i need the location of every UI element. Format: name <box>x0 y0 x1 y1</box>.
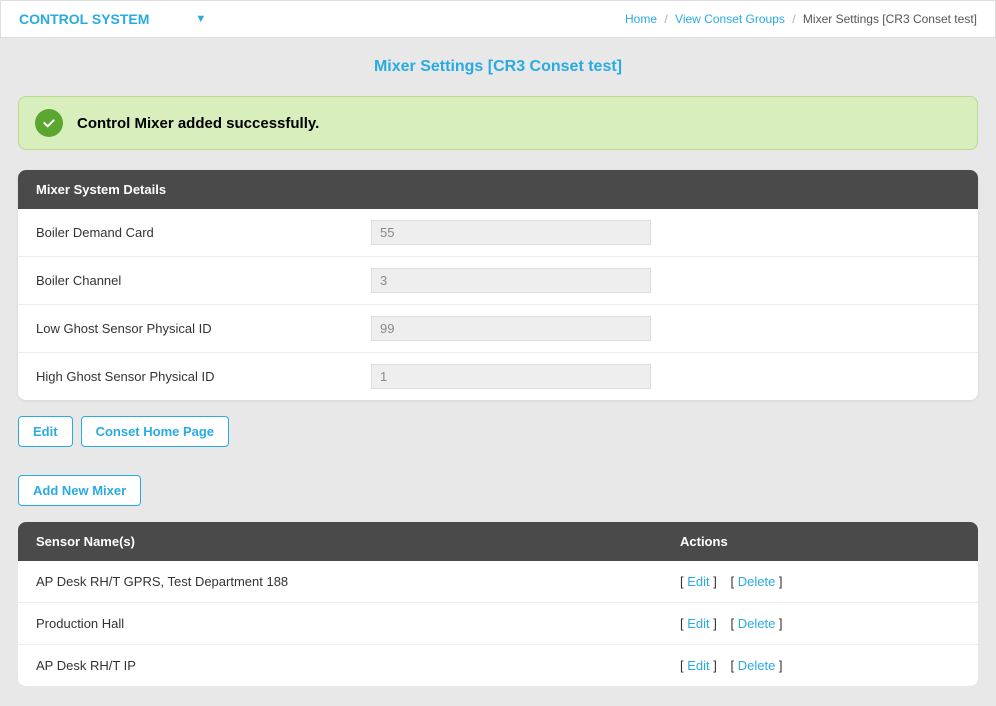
delete-link[interactable]: Delete <box>738 616 776 631</box>
add-new-mixer-button[interactable]: Add New Mixer <box>18 475 141 506</box>
high-ghost-sensor-input <box>371 364 651 389</box>
boiler-demand-card-input <box>371 220 651 245</box>
chevron-down-icon: ▼ <box>195 13 206 25</box>
row-actions: [ Edit ] [ Delete ] <box>680 616 960 631</box>
edit-button[interactable]: Edit <box>18 416 73 447</box>
panel-header: Mixer System Details <box>18 170 978 209</box>
boiler-channel-input <box>371 268 651 293</box>
alert-message: Control Mixer added successfully. <box>77 115 319 132</box>
check-circle-icon <box>35 109 63 137</box>
breadcrumb: Home / View Conset Groups / Mixer Settin… <box>625 12 977 26</box>
details-panel: Mixer System Details Boiler Demand Card … <box>18 170 978 400</box>
table-row: AP Desk RH/T IP [ Edit ] [ Delete ] <box>18 645 978 686</box>
conset-home-button[interactable]: Conset Home Page <box>81 416 229 447</box>
table-row: Production Hall [ Edit ] [ Delete ] <box>18 603 978 645</box>
field-label: Boiler Demand Card <box>36 225 371 240</box>
table-header-actions: Actions <box>680 534 960 549</box>
add-row: Add New Mixer <box>18 475 978 506</box>
breadcrumb-sep: / <box>792 12 795 26</box>
form-row: Low Ghost Sensor Physical ID <box>18 305 978 353</box>
field-label: High Ghost Sensor Physical ID <box>36 369 371 384</box>
row-actions: [ Edit ] [ Delete ] <box>680 658 960 673</box>
breadcrumb-current: Mixer Settings [CR3 Conset test] <box>803 12 977 26</box>
breadcrumb-home[interactable]: Home <box>625 12 657 26</box>
table-body: AP Desk RH/T GPRS, Test Department 188 [… <box>18 561 978 686</box>
edit-link[interactable]: Edit <box>687 574 709 589</box>
form-row: Boiler Channel <box>18 257 978 305</box>
table-row: AP Desk RH/T GPRS, Test Department 188 [… <box>18 561 978 603</box>
sensor-table: Sensor Name(s) Actions AP Desk RH/T GPRS… <box>18 522 978 686</box>
edit-link[interactable]: Edit <box>687 616 709 631</box>
low-ghost-sensor-input <box>371 316 651 341</box>
form-row: High Ghost Sensor Physical ID <box>18 353 978 400</box>
delete-link[interactable]: Delete <box>738 574 776 589</box>
sensor-name: Production Hall <box>36 616 680 631</box>
row-actions: [ Edit ] [ Delete ] <box>680 574 960 589</box>
delete-link[interactable]: Delete <box>738 658 776 673</box>
form-row: Boiler Demand Card <box>18 209 978 257</box>
breadcrumb-view-groups[interactable]: View Conset Groups <box>675 12 785 26</box>
sensor-name: AP Desk RH/T IP <box>36 658 680 673</box>
field-label: Low Ghost Sensor Physical ID <box>36 321 371 336</box>
topbar: CONTROL SYSTEM ▼ Home / View Conset Grou… <box>0 0 996 38</box>
sensor-name: AP Desk RH/T GPRS, Test Department 188 <box>36 574 680 589</box>
page-title: Mixer Settings [CR3 Conset test] <box>0 38 996 96</box>
table-header: Sensor Name(s) Actions <box>18 522 978 561</box>
field-label: Boiler Channel <box>36 273 371 288</box>
breadcrumb-sep: / <box>664 12 667 26</box>
panel-body: Boiler Demand Card Boiler Channel Low Gh… <box>18 209 978 400</box>
edit-link[interactable]: Edit <box>687 658 709 673</box>
nav-section-label: CONTROL SYSTEM <box>19 11 149 27</box>
table-header-name: Sensor Name(s) <box>36 534 680 549</box>
nav-section-dropdown[interactable]: CONTROL SYSTEM ▼ <box>19 11 206 27</box>
button-row: Edit Conset Home Page <box>18 416 978 447</box>
success-alert: Control Mixer added successfully. <box>18 96 978 150</box>
